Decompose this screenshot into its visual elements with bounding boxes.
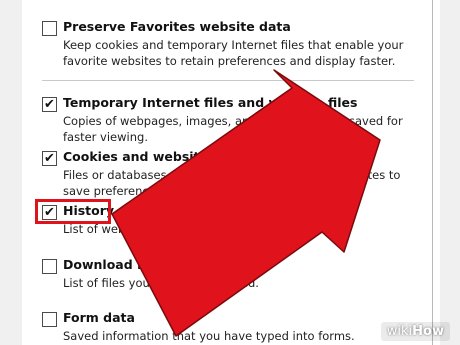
download-history-desc: List of files you have downloaded. [63, 276, 259, 290]
cookies-checkbox[interactable]: ✔ [42, 151, 57, 166]
preserve-favorites-title: Preserve Favorites website data [63, 19, 291, 34]
dialog-left-edge [0, 0, 23, 345]
preserve-favorites-checkbox[interactable] [42, 21, 57, 36]
delete-browsing-history-dialog: Preserve Favorites website data Keep coo… [0, 0, 460, 345]
form-data-title: Form data [63, 310, 135, 325]
preserve-favorites-desc: Keep cookies and temporary Internet file… [63, 38, 404, 68]
download-history-checkbox[interactable] [42, 259, 57, 274]
cookies-title: Cookies and website data [63, 149, 245, 164]
cookies-desc: Files or databases stored on your comput… [63, 168, 401, 198]
logo-prefix: wiki [386, 324, 413, 339]
wikihow-logo: wikiHow [380, 322, 450, 341]
download-history-title: Download History [63, 257, 189, 272]
temporary-files-title: Temporary Internet files and website fil… [63, 95, 358, 110]
form-data-desc: Saved information that you have typed in… [63, 329, 355, 343]
checkmark-icon: ✔ [44, 97, 55, 112]
temporary-files-desc: Copies of webpages, images, and media th… [63, 114, 403, 144]
form-data-checkbox[interactable] [42, 312, 57, 327]
separator [42, 80, 414, 81]
logo-suffix: How [412, 324, 444, 339]
history-desc: List of websites you have visited. [63, 222, 255, 236]
checkmark-icon: ✔ [44, 151, 55, 166]
temporary-files-checkbox[interactable]: ✔ [42, 97, 57, 112]
history-highlight-box [35, 199, 111, 224]
dialog-right-edge [440, 0, 460, 345]
